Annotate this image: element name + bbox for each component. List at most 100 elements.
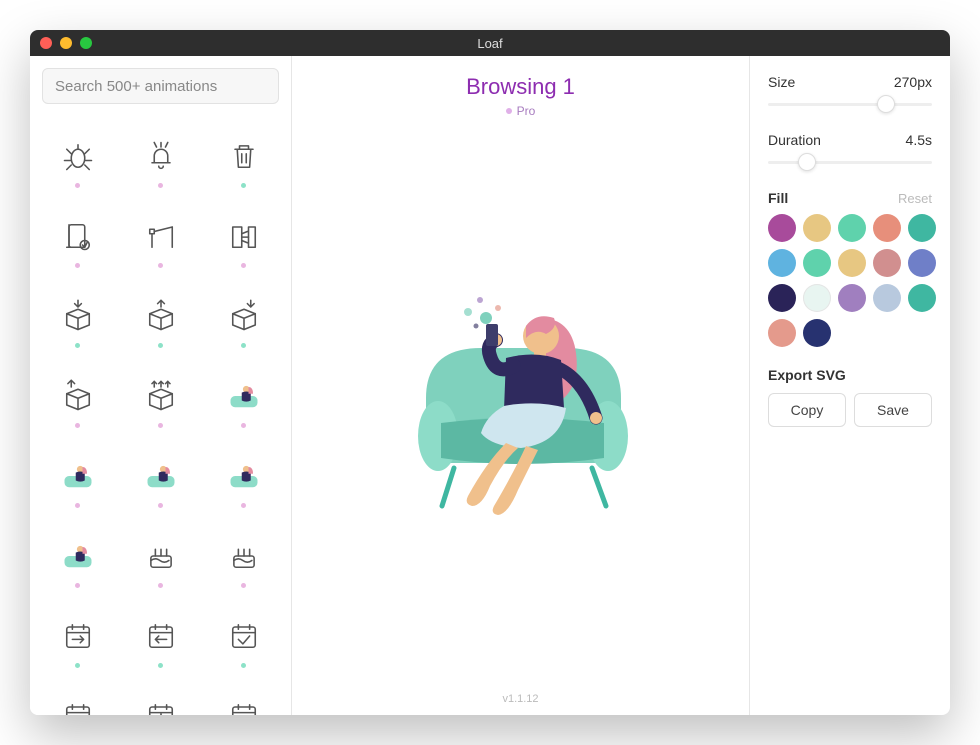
animation-cell-13[interactable] bbox=[123, 440, 198, 512]
fill-swatch-10[interactable] bbox=[768, 284, 796, 312]
calendar-gear-icon bbox=[141, 696, 181, 715]
sidebar bbox=[30, 56, 292, 715]
tier-dot-icon bbox=[158, 423, 163, 428]
size-slider[interactable] bbox=[768, 94, 932, 114]
animation-cell-0[interactable] bbox=[40, 120, 115, 192]
fill-swatch-1[interactable] bbox=[803, 214, 831, 242]
duration-label: Duration bbox=[768, 132, 821, 148]
app-window: Loaf Browsing 1 Pro bbox=[30, 30, 950, 715]
browsing-illustration bbox=[386, 268, 656, 543]
save-button[interactable]: Save bbox=[854, 393, 932, 427]
pro-badge-label: Pro bbox=[517, 104, 536, 118]
animation-cell-23[interactable] bbox=[206, 680, 281, 715]
animation-cell-9[interactable] bbox=[40, 360, 115, 432]
size-value: 270px bbox=[894, 74, 932, 90]
box-multi-icon bbox=[141, 376, 181, 416]
minimize-window-button[interactable] bbox=[60, 37, 72, 49]
preview-title: Browsing 1 bbox=[466, 74, 575, 100]
box-drop-icon bbox=[224, 296, 264, 336]
zoom-window-button[interactable] bbox=[80, 37, 92, 49]
fill-swatch-12[interactable] bbox=[838, 284, 866, 312]
window-title: Loaf bbox=[30, 36, 950, 51]
cake-2-icon bbox=[224, 536, 264, 576]
animation-cell-19[interactable] bbox=[123, 600, 198, 672]
animation-cell-4[interactable] bbox=[123, 200, 198, 272]
fill-swatch-13[interactable] bbox=[873, 284, 901, 312]
size-label: Size bbox=[768, 74, 795, 90]
duration-slider[interactable] bbox=[768, 152, 932, 172]
tier-dot-icon bbox=[75, 423, 80, 428]
bug-icon bbox=[58, 136, 98, 176]
bell-icon bbox=[141, 136, 181, 176]
animation-cell-6[interactable] bbox=[40, 280, 115, 352]
animation-cell-18[interactable] bbox=[40, 600, 115, 672]
fill-swatch-6[interactable] bbox=[803, 249, 831, 277]
animation-cell-3[interactable] bbox=[40, 200, 115, 272]
fill-swatch-8[interactable] bbox=[873, 249, 901, 277]
fill-reset[interactable]: Reset bbox=[898, 191, 932, 206]
duration-value: 4.5s bbox=[906, 132, 932, 148]
fill-swatch-15[interactable] bbox=[768, 319, 796, 347]
tier-dot-icon bbox=[158, 343, 163, 348]
fill-swatch-0[interactable] bbox=[768, 214, 796, 242]
fill-label: Fill bbox=[768, 190, 788, 206]
animation-cell-7[interactable] bbox=[123, 280, 198, 352]
search-input[interactable] bbox=[42, 68, 279, 104]
animation-cell-11[interactable] bbox=[206, 360, 281, 432]
tier-dot-icon bbox=[158, 583, 163, 588]
animation-cell-22[interactable] bbox=[123, 680, 198, 715]
fill-swatch-7[interactable] bbox=[838, 249, 866, 277]
calendar-heart-icon bbox=[58, 696, 98, 715]
fill-swatch-3[interactable] bbox=[873, 214, 901, 242]
animation-cell-8[interactable] bbox=[206, 280, 281, 352]
tier-dot-icon bbox=[75, 583, 80, 588]
fill-swatch-2[interactable] bbox=[838, 214, 866, 242]
export-label: Export SVG bbox=[768, 367, 932, 383]
cake-1-icon bbox=[141, 536, 181, 576]
version-label: v1.1.12 bbox=[502, 693, 538, 715]
laptop-sit-2-icon bbox=[141, 456, 181, 496]
animation-cell-5[interactable] bbox=[206, 200, 281, 272]
tier-dot-icon bbox=[75, 343, 80, 348]
tier-dot-icon bbox=[158, 503, 163, 508]
barrier-icon bbox=[141, 216, 181, 256]
window-controls bbox=[40, 37, 92, 49]
beach-illus-icon bbox=[58, 536, 98, 576]
tier-dot-icon bbox=[241, 183, 246, 188]
pro-dot-icon bbox=[506, 108, 512, 114]
box-out-icon bbox=[141, 296, 181, 336]
fill-swatch-11[interactable] bbox=[803, 284, 831, 312]
close-window-button[interactable] bbox=[40, 37, 52, 49]
settings-panel: Size 270px Duration 4.5s Fill Reset Expo… bbox=[750, 56, 950, 715]
tier-dot-icon bbox=[158, 183, 163, 188]
animation-cell-16[interactable] bbox=[123, 520, 198, 592]
titlebar: Loaf bbox=[30, 30, 950, 56]
fill-swatch-5[interactable] bbox=[768, 249, 796, 277]
animation-cell-10[interactable] bbox=[123, 360, 198, 432]
fill-swatch-14[interactable] bbox=[908, 284, 936, 312]
animation-cell-2[interactable] bbox=[206, 120, 281, 192]
animation-cell-1[interactable] bbox=[123, 120, 198, 192]
animation-cell-14[interactable] bbox=[206, 440, 281, 512]
fill-swatch-4[interactable] bbox=[908, 214, 936, 242]
preview-panel: Browsing 1 Pro bbox=[292, 56, 750, 715]
animation-cell-12[interactable] bbox=[40, 440, 115, 512]
tier-dot-icon bbox=[241, 583, 246, 588]
animation-cell-20[interactable] bbox=[206, 600, 281, 672]
tier-dot-icon bbox=[158, 263, 163, 268]
fill-swatches bbox=[768, 214, 932, 347]
animation-cell-15[interactable] bbox=[40, 520, 115, 592]
fill-swatch-16[interactable] bbox=[803, 319, 831, 347]
copy-button[interactable]: Copy bbox=[768, 393, 846, 427]
animation-cell-21[interactable] bbox=[40, 680, 115, 715]
fill-swatch-9[interactable] bbox=[908, 249, 936, 277]
animation-grid-scroll[interactable] bbox=[30, 116, 291, 715]
animation-cell-17[interactable] bbox=[206, 520, 281, 592]
animation-grid bbox=[40, 120, 281, 715]
tier-dot-icon bbox=[241, 263, 246, 268]
content: Browsing 1 Pro bbox=[30, 56, 950, 715]
book-check-icon bbox=[58, 216, 98, 256]
tier-dot-icon bbox=[75, 503, 80, 508]
tier-dot-icon bbox=[241, 423, 246, 428]
trash-icon bbox=[224, 136, 264, 176]
